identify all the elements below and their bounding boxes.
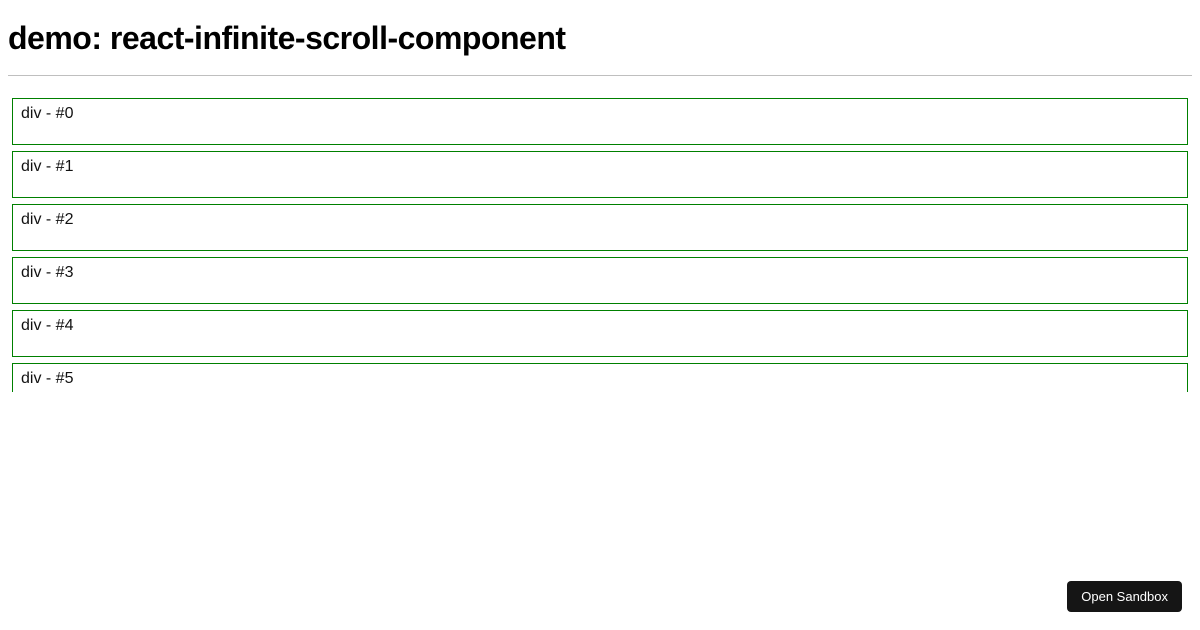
page-header: demo: react-infinite-scroll-component bbox=[0, 0, 1200, 75]
list-item-label: div - #1 bbox=[21, 158, 73, 175]
divider bbox=[8, 75, 1192, 76]
list-item: div - #0 bbox=[12, 98, 1188, 145]
list-item-label: div - #0 bbox=[21, 105, 73, 122]
list-item: div - #1 bbox=[12, 151, 1188, 198]
list-item-label: div - #2 bbox=[21, 211, 73, 228]
list-item: div - #5 bbox=[12, 363, 1188, 392]
list-item: div - #3 bbox=[12, 257, 1188, 304]
list-item: div - #2 bbox=[12, 204, 1188, 251]
open-sandbox-button[interactable]: Open Sandbox bbox=[1067, 581, 1182, 612]
infinite-scroll-container[interactable]: div - #0 div - #1 div - #2 div - #3 div … bbox=[8, 92, 1192, 392]
list-item: div - #4 bbox=[12, 310, 1188, 357]
page-title: demo: react-infinite-scroll-component bbox=[8, 20, 1192, 57]
list-item-label: div - #4 bbox=[21, 317, 73, 334]
list-item-label: div - #3 bbox=[21, 264, 73, 281]
list-item-label: div - #5 bbox=[21, 370, 73, 387]
